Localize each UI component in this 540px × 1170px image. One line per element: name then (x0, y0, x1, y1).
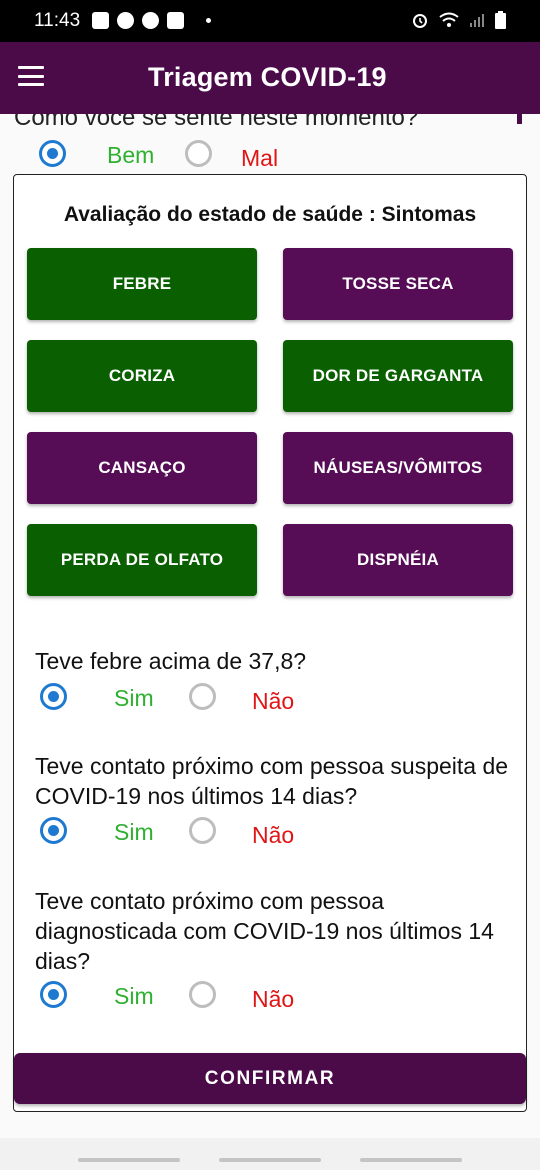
suspect-contact-no-radio[interactable] (189, 817, 216, 844)
fever-yes-radio[interactable] (40, 683, 67, 710)
app-icon (142, 12, 159, 29)
mood-question: Como você se sente neste momento? (14, 114, 419, 131)
health-assessment-card: Avaliação do estado de saúde : Sintomas … (13, 174, 527, 1112)
app-title: Triagem COVID-19 (148, 62, 387, 92)
mood-no-label[interactable]: Mal (241, 145, 278, 172)
diagnosed-contact-question: Teve contato próximo com pessoa diagnost… (35, 888, 494, 974)
alarm-icon (413, 14, 427, 28)
symptom-dispneia-button[interactable]: DISPNÉIA (283, 524, 513, 596)
diagnosed-contact-no-label[interactable]: Não (252, 986, 294, 1013)
fever-question: Teve febre acima de 37,8? (35, 648, 307, 674)
diagnosed-contact-no-radio[interactable] (189, 981, 216, 1008)
status-notification-icons (92, 12, 211, 29)
symptom-tosse-seca-button[interactable]: TOSSE SECA (283, 248, 513, 320)
status-time: 11:43 (34, 10, 81, 31)
suspect-contact-radio-group: Sim Não (14, 817, 526, 849)
nav-home-button[interactable] (219, 1158, 321, 1162)
fever-yes-label[interactable]: Sim (114, 685, 154, 712)
mood-no-radio[interactable] (185, 140, 212, 167)
scroll-content[interactable]: Como você se sente neste momento? Bem Ma… (0, 114, 540, 1138)
mood-radio-group: Bem Mal (0, 140, 540, 172)
symptom-coriza-button[interactable]: CORIZA (27, 340, 257, 412)
sim-card-icon (92, 12, 109, 29)
fever-no-label[interactable]: Não (252, 688, 294, 715)
suspect-contact-no-label[interactable]: Não (252, 822, 294, 849)
diagnosed-contact-yes-radio[interactable] (40, 981, 67, 1008)
signal-icon (470, 14, 484, 27)
dot-icon (206, 18, 211, 23)
card-title: Avaliação do estado de saúde : Sintomas (63, 203, 477, 226)
symptom-nauseas-vomitos-button[interactable]: NÁUSEAS/VÔMITOS (283, 432, 513, 504)
mood-yes-label[interactable]: Bem (107, 142, 154, 169)
nav-recent-button[interactable] (78, 1158, 180, 1162)
suspect-contact-yes-radio[interactable] (40, 817, 67, 844)
wifi-icon (439, 12, 459, 27)
menu-icon[interactable] (18, 66, 44, 86)
battery-icon (495, 11, 506, 29)
navigation-bar (0, 1138, 540, 1170)
suspect-contact-question: Teve contato próximo com pessoa suspeita… (35, 753, 509, 809)
diagnosed-contact-radio-group: Sim Não (14, 981, 526, 1013)
mood-yes-radio[interactable] (39, 140, 66, 167)
status-system-icons (411, 11, 506, 29)
symptom-cansaco-button[interactable]: CANSAÇO (27, 432, 257, 504)
symptom-perda-de-olfato-button[interactable]: PERDA DE OLFATO (27, 524, 257, 596)
account-icon (117, 12, 134, 29)
scroll-indicator (517, 114, 522, 124)
app-bar: Triagem COVID-19 (0, 42, 540, 114)
fever-radio-group: Sim Não (14, 683, 526, 715)
diagnosed-contact-yes-label[interactable]: Sim (114, 983, 154, 1010)
symptom-febre-button[interactable]: FEBRE (27, 248, 257, 320)
fever-no-radio[interactable] (189, 683, 216, 710)
suspect-contact-yes-label[interactable]: Sim (114, 819, 154, 846)
symptom-dor-de-garganta-button[interactable]: DOR DE GARGANTA (283, 340, 513, 412)
nav-back-button[interactable] (360, 1158, 462, 1162)
status-bar: 11:43 (0, 0, 540, 42)
confirm-button[interactable]: CONFIRMAR (14, 1053, 526, 1104)
camera-icon (167, 12, 184, 29)
